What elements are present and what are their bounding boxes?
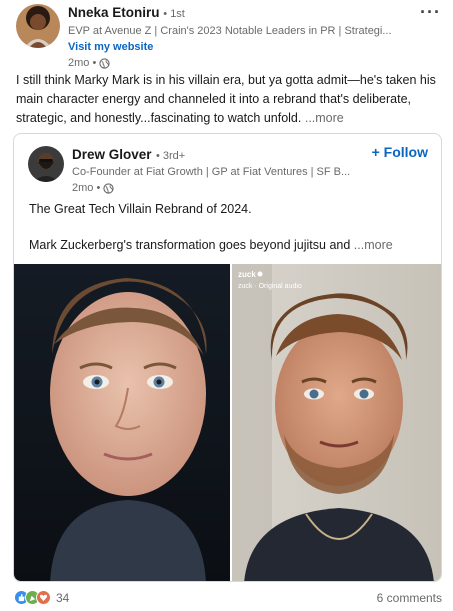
reshared-author-name[interactable]: Drew Glover [72, 147, 152, 162]
globe-icon [99, 57, 110, 69]
reactions-summary[interactable]: 34 [14, 590, 69, 605]
reshared-connection-degree: • 3rd+ [155, 150, 186, 162]
post-header: Nneka Etoniru • 1st EVP at Avenue Z | Cr… [16, 2, 441, 69]
post-time: 2mo • [68, 57, 97, 69]
visit-website-link[interactable]: Visit my website [68, 40, 398, 54]
social-counts: 34 6 comments [14, 590, 442, 608]
see-more-link[interactable]: ...more [305, 111, 344, 125]
reshared-paragraph-1: The Great Tech Villain Rebrand of 2024. [29, 202, 252, 216]
globe-icon [103, 182, 114, 194]
reel-username: zuck [238, 270, 256, 279]
reshared-post-time: 2mo • [72, 182, 101, 194]
reshared-see-more-link[interactable]: ...more [354, 238, 393, 252]
reaction-count[interactable]: 34 [56, 591, 69, 605]
more-options-icon[interactable]: ··· [420, 2, 441, 23]
commentary-text: I still think Marky Mark is in his villa… [16, 73, 436, 125]
reshared-post-card[interactable]: Drew Glover • 3rd+ Co-Founder at Fiat Gr… [13, 133, 442, 582]
comments-count[interactable]: 6 comments [377, 591, 442, 605]
verified-icon [257, 271, 263, 277]
reshared-author-headline: Co-Founder at Fiat Growth | GP at Fiat V… [72, 166, 351, 178]
connection-degree: • 1st [163, 8, 185, 20]
post-commentary: I still think Marky Mark is in his villa… [16, 71, 436, 128]
reel-audio-label: zuck · Original audio [238, 283, 302, 290]
author-name[interactable]: Nneka Etoniru [68, 5, 160, 20]
author-headline: EVP at Avenue Z | Crain's 2023 Notable L… [68, 25, 392, 37]
author-avatar[interactable] [16, 4, 60, 48]
reshared-paragraph-2: Mark Zuckerberg's transformation goes be… [29, 238, 351, 252]
follow-button[interactable]: + Follow [372, 144, 428, 160]
love-reaction-icon [36, 590, 51, 605]
post-image[interactable]: zuck zuck · Original audio [14, 264, 441, 581]
reshared-author-avatar[interactable] [28, 146, 64, 182]
reshared-post-text: The Great Tech Villain Rebrand of 2024. … [29, 200, 434, 254]
